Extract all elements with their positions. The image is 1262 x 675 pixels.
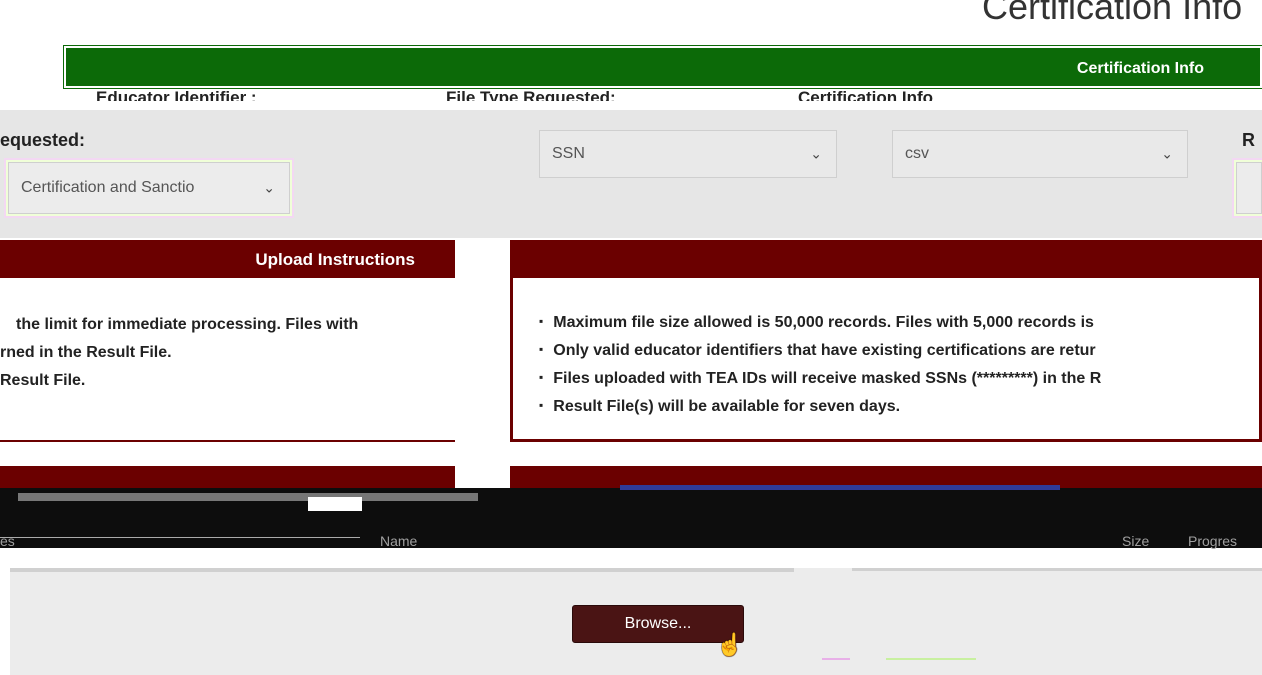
file-type-requested-label: File Type Requested: [446,88,616,101]
selection-form: equested: R Certification and Sanctio ⌄ … [0,110,1262,238]
educator-identifier-select[interactable]: SSN ⌄ [539,130,837,178]
banner-title: Certification Info [1076,60,1204,77]
educator-identifier-select-value: SSN [552,145,585,162]
chevron-down-icon: ⌄ [263,179,275,196]
certification-info-label: Certification Info [798,88,934,101]
upload-instructions-right-header [510,240,1262,278]
grid-marker [308,497,362,511]
right-select[interactable] [1236,162,1262,214]
upload-instructions-right-body: Maximum file size allowed is 50,000 reco… [510,278,1262,442]
certification-info-banner: Certification Info [63,45,1262,89]
grid-column-name[interactable]: Name [380,533,417,549]
browse-divider [852,568,1262,571]
grid-column-left: es [0,533,15,549]
right-label: R [1242,130,1255,150]
requested-label: equested: [0,130,86,150]
instruction-left-line: the limit for immediate processing. File… [16,316,359,333]
educator-identifier-label: Educator Identifier : [96,88,257,101]
upload-instructions-left-body: the limit for immediate processing. File… [0,278,455,442]
instruction-bullet: Files uploaded with TEA IDs will receive… [539,370,1101,388]
grid-column-progress[interactable]: Progres [1188,533,1237,549]
upload-instructions-header: Upload Instructions [0,240,455,278]
chevron-down-icon: ⌄ [1161,145,1173,162]
grid-column-size[interactable]: Size [1122,533,1149,549]
info-type-select-value: Certification and Sanctio [21,179,195,196]
instruction-bullet: Maximum file size allowed is 50,000 reco… [539,314,1094,332]
instruction-left-line: Result File. [0,372,86,389]
hand-cursor-icon: ☝ [716,632,744,657]
grid-rule [18,493,478,501]
upload-instructions-title: Upload Instructions [255,250,415,269]
decor-line [886,658,976,660]
decor-line [822,658,850,660]
grid-progress-strip [620,485,1060,490]
instruction-bullet: Only valid educator identifiers that hav… [539,342,1095,360]
browse-divider [10,568,794,572]
file-type-select-value: csv [905,145,929,162]
file-list-header-left [0,466,455,488]
info-type-select[interactable]: Certification and Sanctio ⌄ [8,162,290,214]
page-title: Certification Info [982,0,1243,27]
instruction-bullet: Result File(s) will be available for sev… [539,398,900,416]
chevron-down-icon: ⌄ [810,145,822,162]
instruction-left-line: rned in the Result File. [0,344,172,361]
grid-underline [0,537,360,538]
file-type-select[interactable]: csv ⌄ [892,130,1188,178]
